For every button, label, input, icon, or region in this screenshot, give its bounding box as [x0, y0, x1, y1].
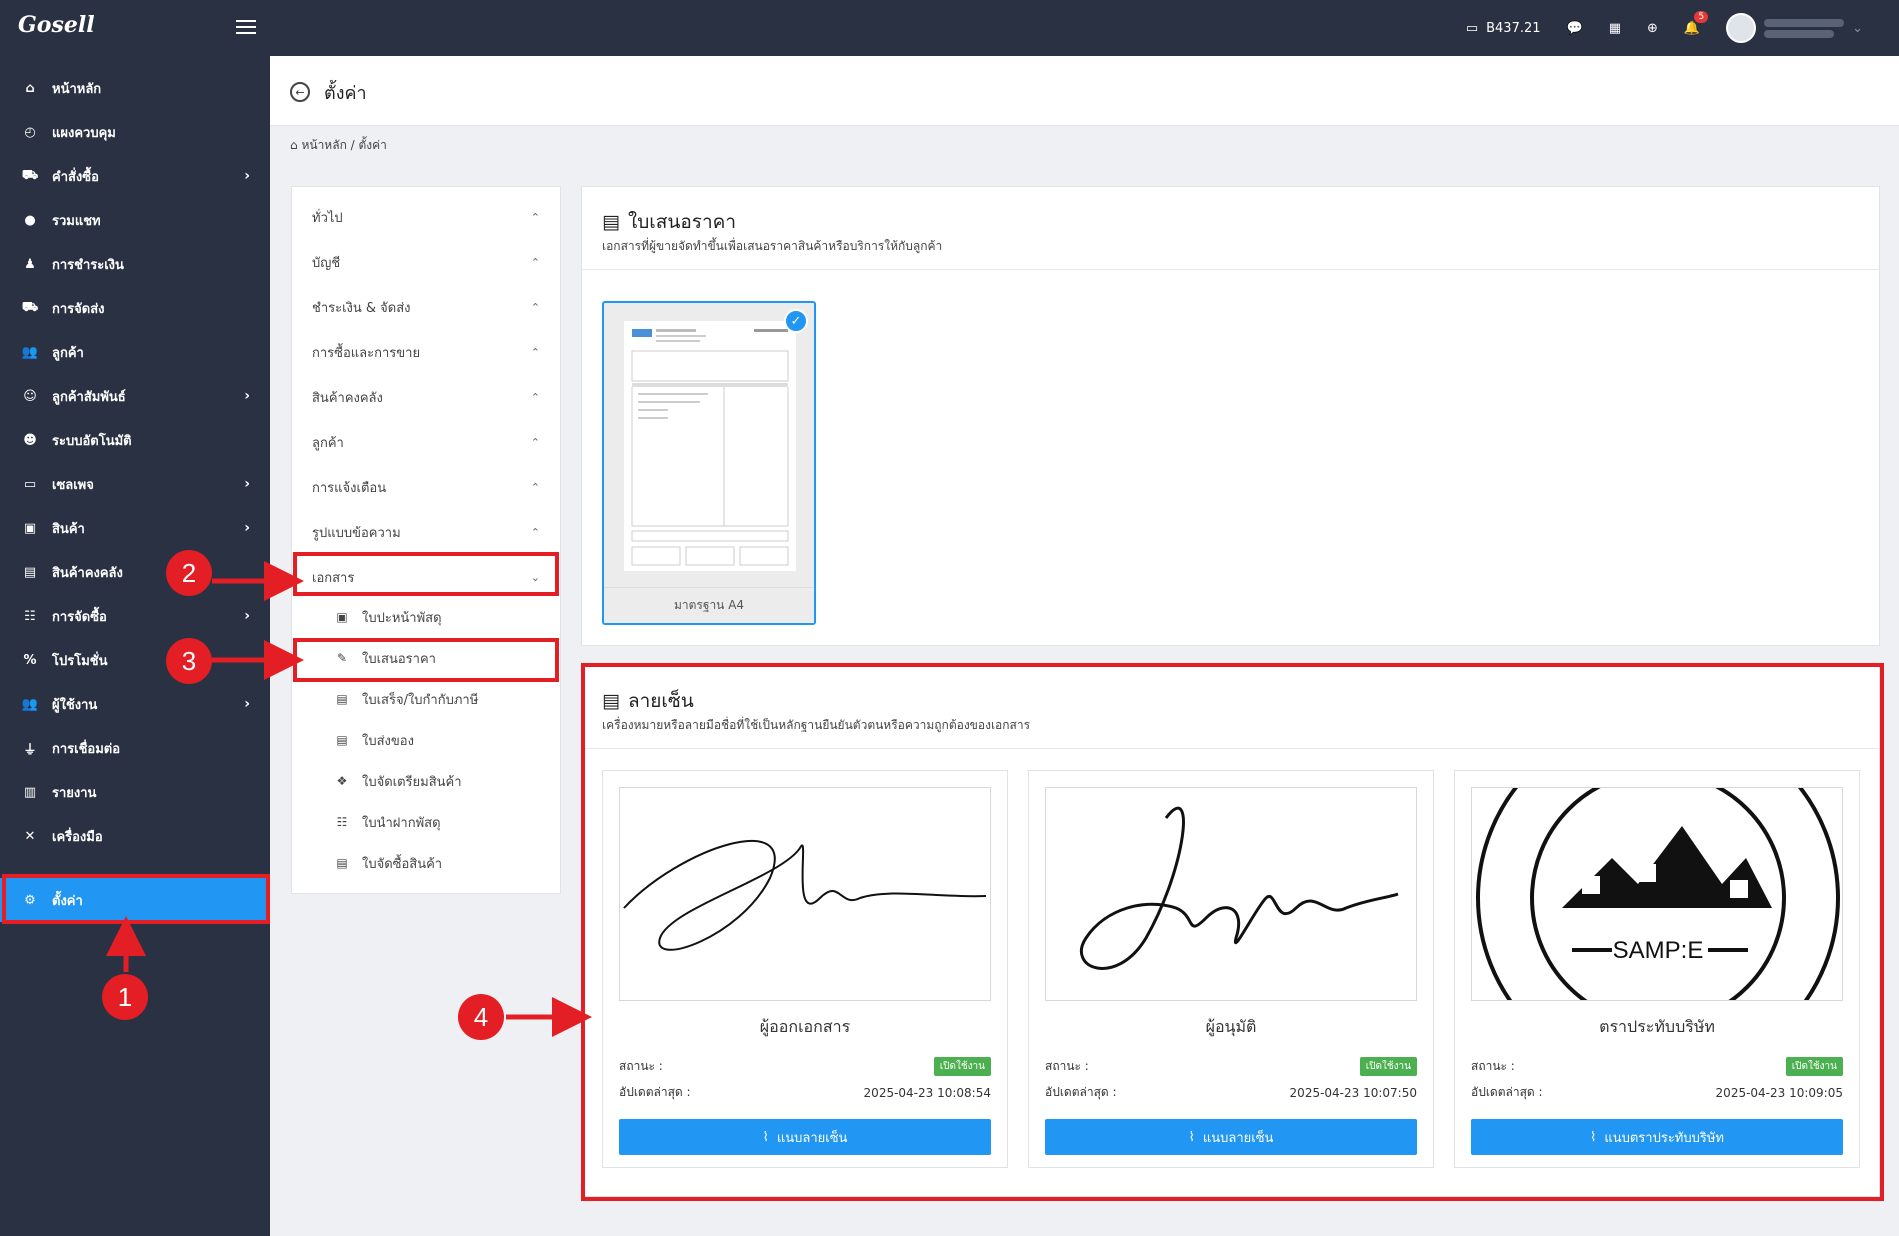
annotation-arrows [106, 561, 592, 1037]
annotation-number-4: 4 [458, 994, 504, 1040]
annotation-number-2: 2 [166, 550, 212, 596]
annotation-number-3: 3 [166, 638, 212, 684]
annotation-number-1: 1 [102, 974, 148, 1020]
